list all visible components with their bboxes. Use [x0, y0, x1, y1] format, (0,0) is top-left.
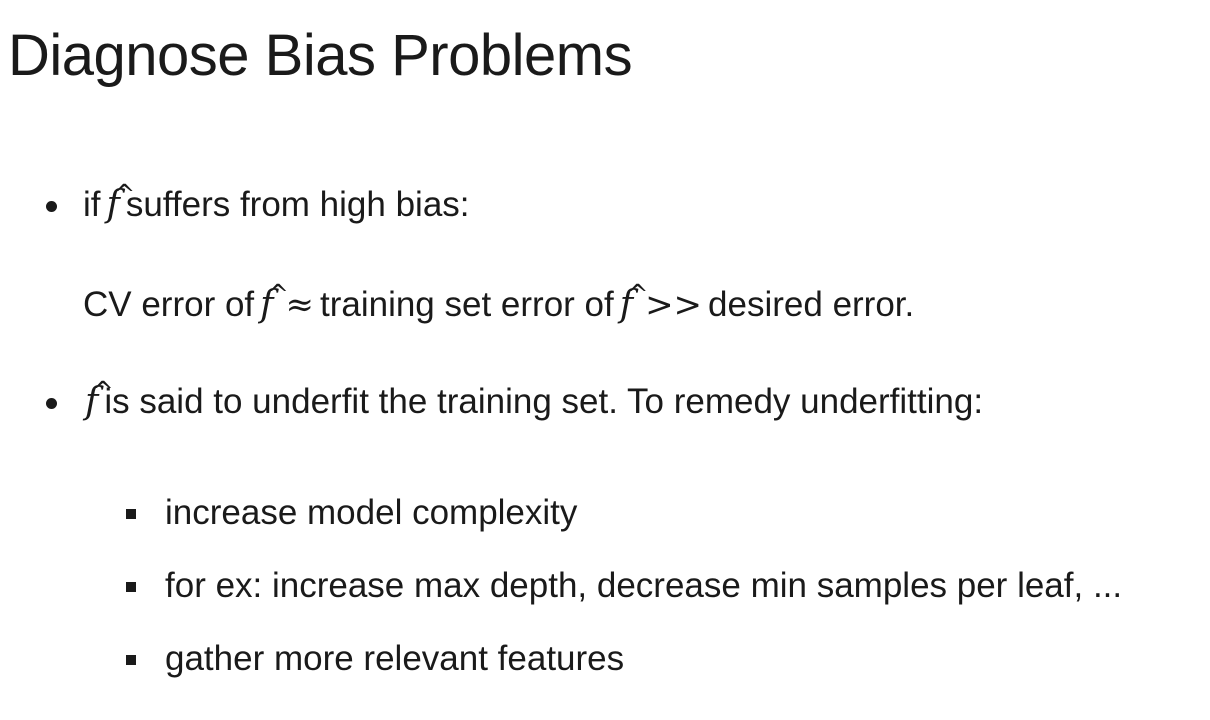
slide: Diagnose Bias Problems if f ^ suffers from …: [0, 0, 1210, 720]
sub-bullet-3: gather more relevant features: [165, 639, 625, 678]
sub-bullet-marker-3: [126, 655, 136, 665]
approx-symbol: ≈: [285, 285, 314, 325]
bullet-1-prefix: if: [83, 185, 101, 224]
bullet-dot-2: [46, 398, 57, 409]
bullet-2-text: f ^ is said to underfit the training set. …: [79, 377, 984, 422]
bullet-dot-1: [46, 201, 57, 212]
sub-bullet-marker-1: [126, 509, 136, 519]
f-hat-symbol: f ^: [106, 180, 136, 225]
bias-condition-text: CV error of f ^ ≈ training set error of f ^ >> d…: [83, 280, 915, 325]
slide-title: Diagnose Bias Problems: [8, 23, 633, 88]
bullet-1-suffix: suffers from high bias:: [125, 185, 470, 224]
cv-error-label: CV error of: [83, 285, 255, 324]
f-hat-symbol: f ^: [85, 377, 114, 422]
f-hat-symbol: f ^: [619, 280, 649, 325]
much-greater-symbol: >>: [645, 285, 703, 325]
sub-bullet-2: for ex: increase max depth, decrease min…: [165, 566, 1123, 605]
sub-bullet-1: increase model complexity: [165, 493, 578, 532]
bullet-1-text: if f ^ suffers from high bias:: [83, 180, 470, 225]
f-hat-symbol: f ^: [260, 280, 289, 325]
desired-error-label: desired error.: [708, 285, 915, 324]
sub-bullet-marker-2: [126, 582, 136, 592]
bullet-2-label: is said to underfit the training set. To…: [104, 382, 984, 421]
training-error-label: training set error of: [319, 285, 614, 324]
